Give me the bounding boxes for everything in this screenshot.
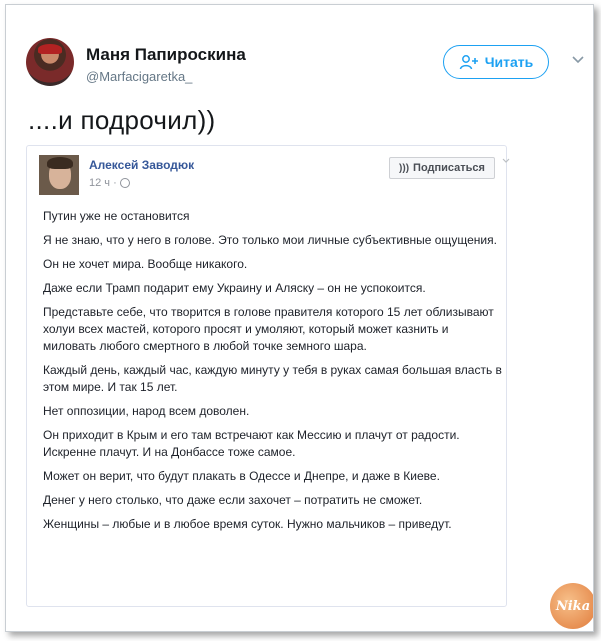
follow-button[interactable]: Читать xyxy=(443,45,549,79)
tweet-header: Маня Папироскина @Marfacigaretka_ Читать xyxy=(6,5,593,95)
tweet-author-avatar[interactable] xyxy=(26,38,74,86)
chevron-down-icon[interactable] xyxy=(571,55,585,65)
follow-button-label: Читать xyxy=(484,54,534,70)
post-paragraph: Женщины – любые и в любое время суток. Н… xyxy=(43,517,452,531)
rss-icon: ))) xyxy=(399,162,410,174)
subscribe-button[interactable]: ))) Подписаться xyxy=(389,157,495,179)
post-paragraph: Нет оппозиции, народ всем доволен. xyxy=(43,404,250,418)
tweet-author-name[interactable]: Маня Папироскина xyxy=(86,45,246,65)
chevron-down-icon[interactable] xyxy=(502,158,510,164)
post-paragraph: Он не хочет мира. Вообще никакого. xyxy=(43,257,248,271)
embedded-facebook-post[interactable]: Алексей Заводюк 12 ч · ))) Подписаться П… xyxy=(26,145,510,607)
post-body: Путин уже не остановится Я не знаю, что … xyxy=(43,208,503,540)
globe-icon xyxy=(119,178,130,188)
post-paragraph: Может он верит, что будут плакать в Одес… xyxy=(43,469,440,483)
tweet-text: ....и подрочил)) xyxy=(28,105,216,135)
screenshot-frame: Маня Папироскина @Marfacigaretka_ Читать… xyxy=(5,4,594,632)
add-user-icon xyxy=(459,55,478,70)
post-meta: 12 ч · xyxy=(89,177,130,189)
post-paragraph: Он приходит в Крым и его там встречают к… xyxy=(43,428,460,459)
site-watermark-logo: Nika xyxy=(550,583,593,629)
subscribe-button-label: Подписаться xyxy=(413,162,485,174)
post-paragraph: Представьте себе, что творится в голове … xyxy=(43,305,494,353)
tweet-author-handle[interactable]: @Marfacigaretka_ xyxy=(86,69,192,84)
post-author-avatar[interactable] xyxy=(39,155,79,195)
post-paragraph: Я не знаю, что у него в голове. Это толь… xyxy=(43,233,497,247)
post-paragraph: Каждый день, каждый час, каждую минуту у… xyxy=(43,363,502,394)
post-paragraph: Даже если Трамп подарит ему Украину и Ал… xyxy=(43,281,426,295)
post-timestamp[interactable]: 12 ч · xyxy=(89,177,117,189)
post-paragraph: Денег у него столько, что даже если захо… xyxy=(43,493,423,507)
post-paragraph: Путин уже не остановится xyxy=(43,209,190,223)
post-author-name[interactable]: Алексей Заводюк xyxy=(89,158,194,172)
